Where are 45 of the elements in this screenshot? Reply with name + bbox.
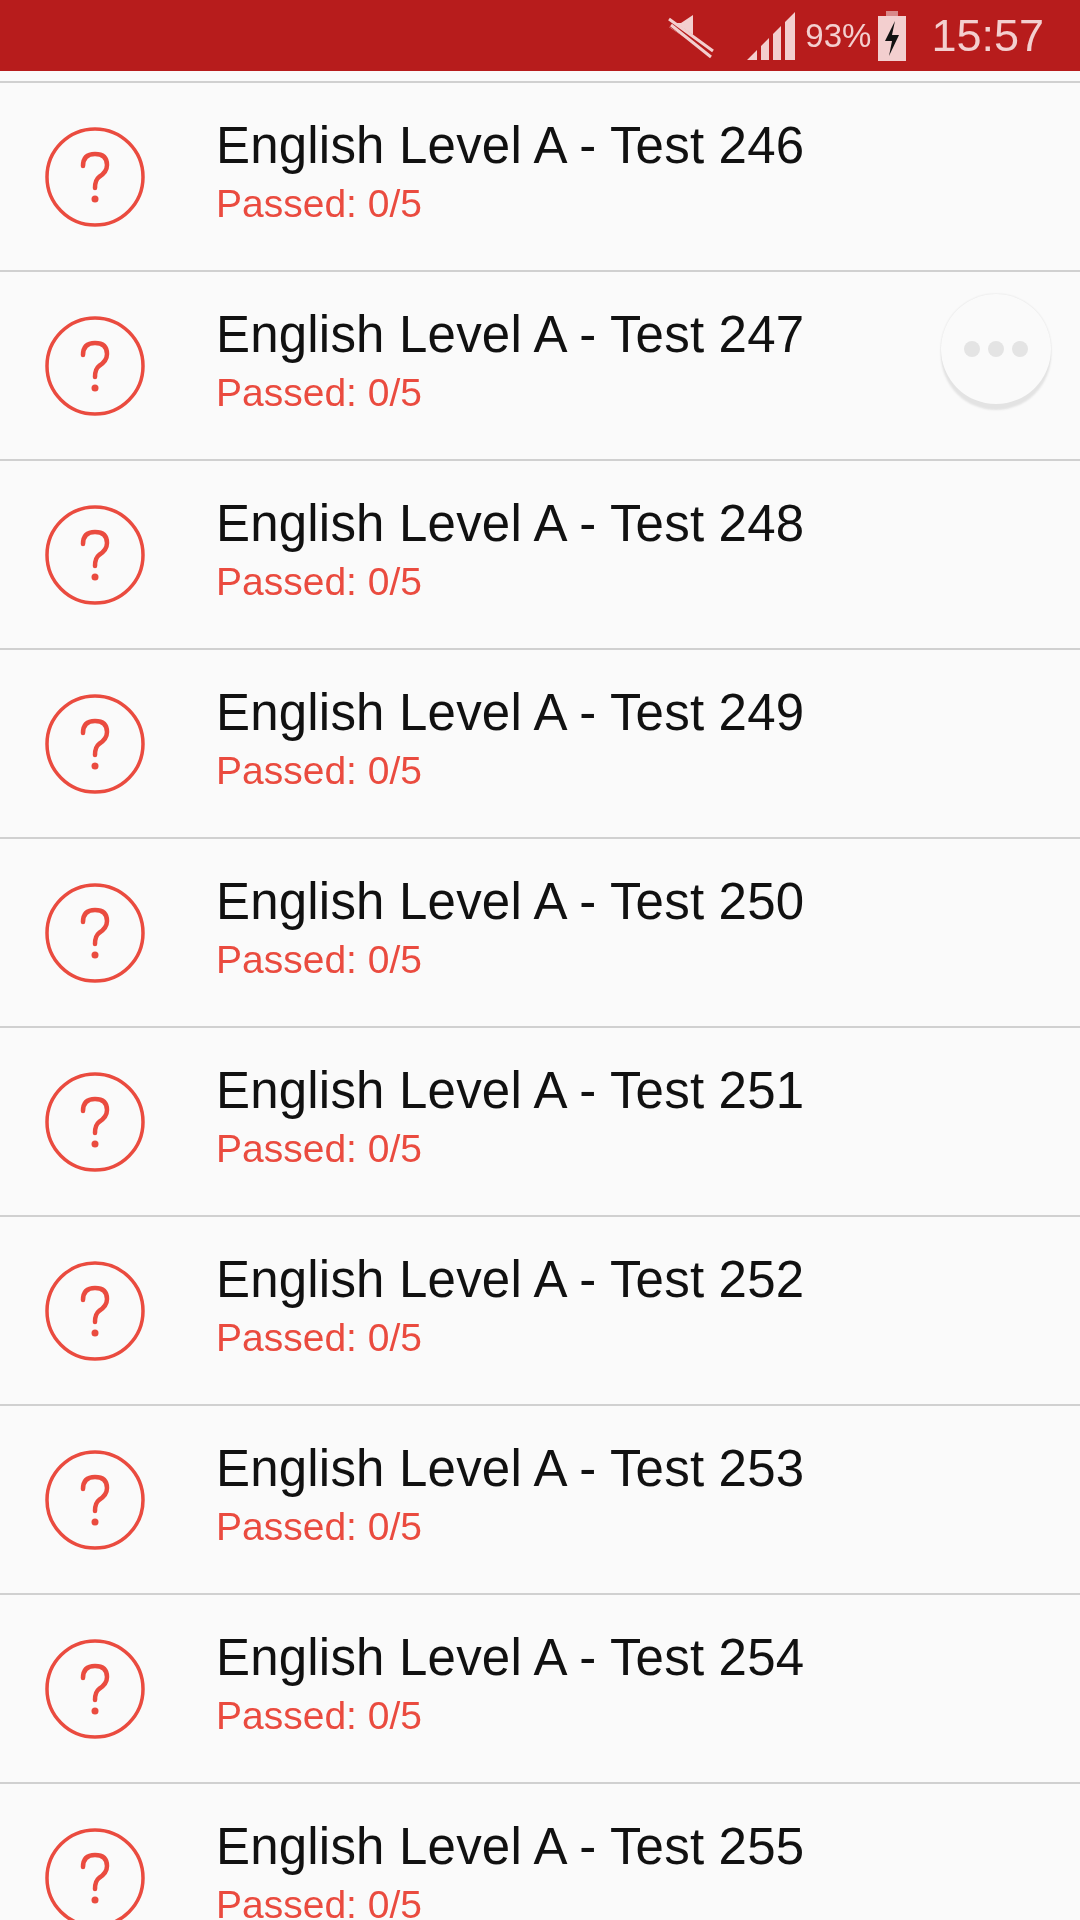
test-title: English Level A - Test 250 [216,871,805,932]
signal-icon [747,11,796,60]
test-status: Passed: 0/5 [216,1503,423,1550]
test-status: Passed: 0/5 [216,558,423,605]
test-status: Passed: 0/5 [216,936,423,983]
question-mark-icon [44,1637,146,1740]
test-status: Passed: 0/5 [216,747,423,794]
question-mark-icon [44,1826,146,1920]
test-title: English Level A - Test 248 [216,493,805,554]
test-list-item[interactable]: English Level A - Test 253 Passed: 0/5 [0,1406,1080,1593]
test-title: English Level A - Test 247 [216,304,805,365]
test-title: English Level A - Test 249 [216,682,805,743]
test-list-item[interactable]: English Level A - Test 252 Passed: 0/5 [0,1217,1080,1404]
test-title: English Level A - Test 252 [216,1249,805,1310]
clock-time: 15:57 [931,9,1044,62]
question-mark-icon [44,314,146,417]
test-list-item[interactable]: English Level A - Test 251 Passed: 0/5 [0,1028,1080,1215]
test-list-item[interactable]: English Level A - Test 254 Passed: 0/5 [0,1595,1080,1782]
test-title: English Level A - Test 255 [216,1816,805,1877]
battery-percentage: 93% [805,16,872,55]
question-mark-icon [44,125,146,228]
test-list-item[interactable]: English Level A - Test 249 Passed: 0/5 [0,650,1080,837]
question-mark-icon [44,503,146,606]
test-status: Passed: 0/5 [216,369,423,416]
question-mark-icon [44,1259,146,1362]
mute-icon [667,12,716,59]
test-status: Passed: 0/5 [216,1314,423,1361]
test-status: Passed: 0/5 [216,1125,423,1172]
test-title: English Level A - Test 246 [216,115,805,176]
test-title: English Level A - Test 251 [216,1060,805,1121]
question-mark-icon [44,1448,146,1551]
question-mark-icon [44,1070,146,1173]
question-mark-icon [44,692,146,795]
test-title: English Level A - Test 254 [216,1627,805,1688]
test-list-item[interactable]: English Level A - Test 246 Passed: 0/5 [0,83,1080,270]
test-list-item[interactable]: English Level A - Test 250 Passed: 0/5 [0,839,1080,1026]
test-status: Passed: 0/5 [216,1881,423,1920]
test-list-item[interactable]: English Level A - Test 248 Passed: 0/5 [0,461,1080,648]
question-mark-icon [44,881,146,984]
test-list-item[interactable]: English Level A - Test 255 Passed: 0/5 [0,1784,1080,1920]
test-status: Passed: 0/5 [216,1692,423,1739]
test-title: English Level A - Test 253 [216,1438,805,1499]
test-status: Passed: 0/5 [216,180,423,227]
test-list-item[interactable]: English Level A - Test 247 Passed: 0/5 [0,272,1080,459]
battery-charging-icon [877,10,908,61]
